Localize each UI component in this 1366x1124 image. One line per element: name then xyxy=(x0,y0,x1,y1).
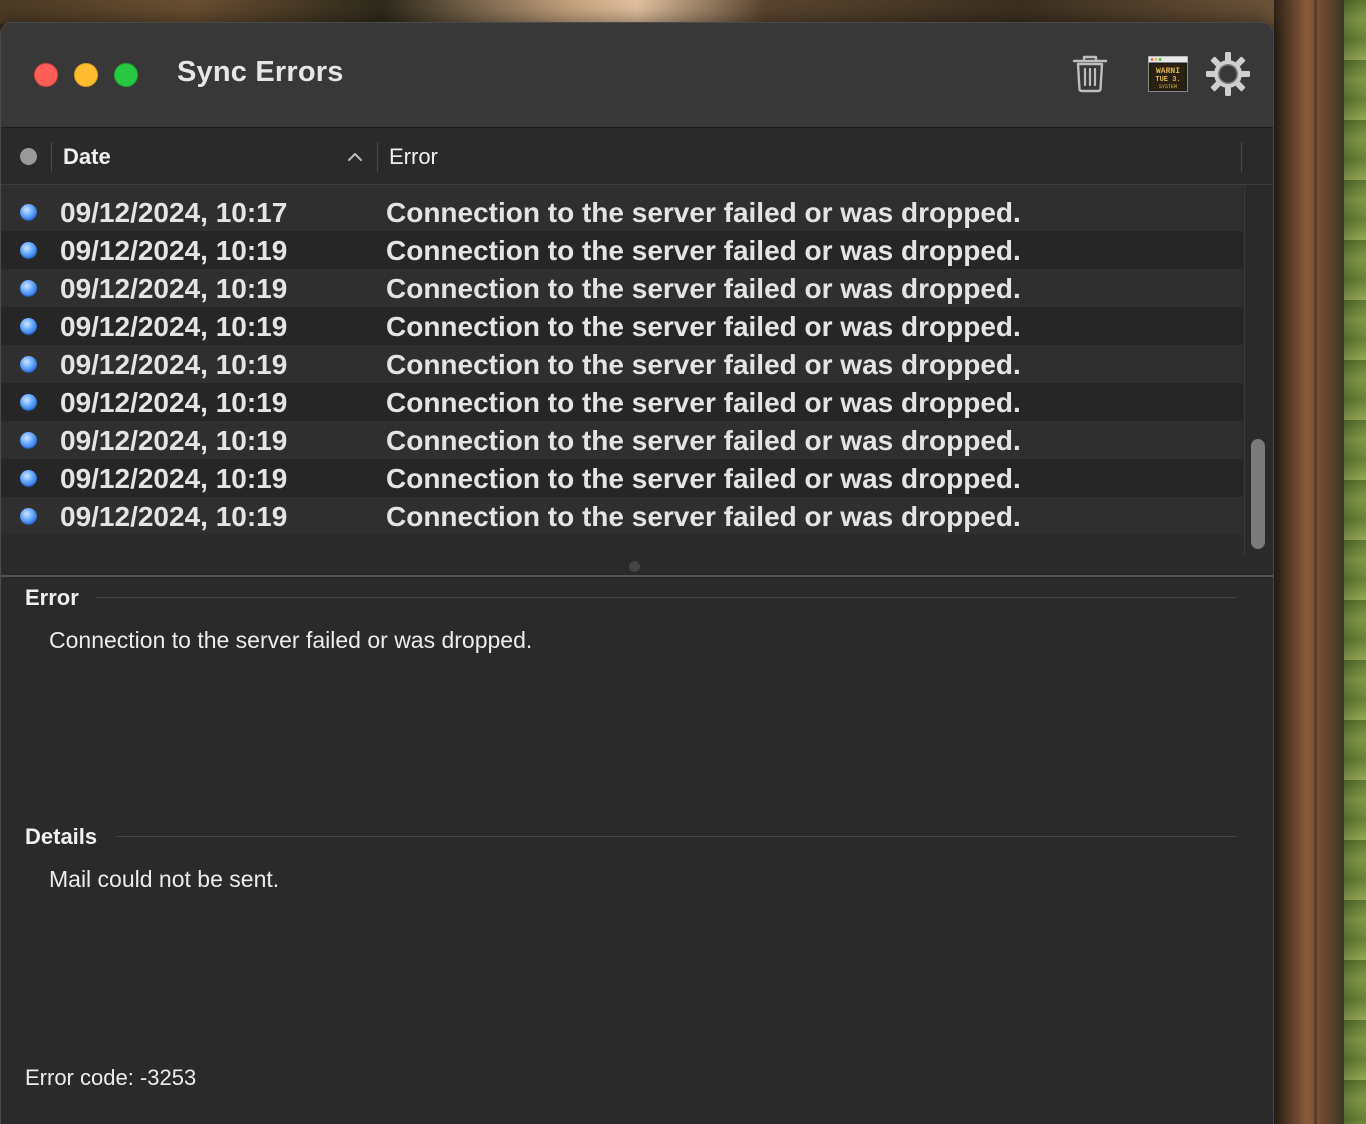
divider-handle-icon[interactable] xyxy=(629,561,640,572)
table-row[interactable]: 09/12/2024, 10:19 Connection to the serv… xyxy=(1,307,1243,345)
status-dot-icon xyxy=(20,242,37,259)
table-header: Date Error xyxy=(1,128,1273,185)
section-divider xyxy=(96,597,1237,598)
table-row[interactable]: 09/12/2024, 10:17 Connection to the serv… xyxy=(1,193,1243,231)
row-error: Connection to the server failed or was d… xyxy=(386,273,1021,304)
column-separator[interactable] xyxy=(377,142,378,172)
svg-text:TUE 3.: TUE 3. xyxy=(1155,76,1180,84)
svg-text:WARNI: WARNI xyxy=(1156,67,1180,76)
row-date: 09/12/2024, 10:19 xyxy=(60,463,288,494)
row-date: 09/12/2024, 10:17 xyxy=(60,197,288,228)
table-row[interactable]: 09/12/2024, 10:19 Connection to the serv… xyxy=(1,231,1243,269)
row-error: Connection to the server failed or was d… xyxy=(386,349,1021,380)
row-error: Connection to the server failed or was d… xyxy=(386,501,1021,532)
console-icon[interactable]: WARNI TUE 3. SYSTEM xyxy=(1148,56,1188,92)
row-error: Connection to the server failed or was d… xyxy=(386,197,1021,228)
column-separator[interactable] xyxy=(51,142,52,172)
row-error: Connection to the server failed or was d… xyxy=(386,387,1021,418)
row-error: Connection to the server failed or was d… xyxy=(386,235,1021,266)
status-column-header-icon[interactable] xyxy=(20,148,37,165)
table-row-partial[interactable] xyxy=(1,185,1243,193)
desktop-wallpaper-right xyxy=(1274,0,1366,1124)
sync-errors-window: Sync Errors WARNI TUE 3. SYSTEM Date Err… xyxy=(0,22,1274,1124)
row-date: 09/12/2024, 10:19 xyxy=(60,501,288,532)
status-dot-icon xyxy=(20,318,37,335)
status-dot-icon xyxy=(20,356,37,373)
row-date: 09/12/2024, 10:19 xyxy=(60,311,288,342)
status-dot-icon xyxy=(20,394,37,411)
scrollbar-thumb[interactable] xyxy=(1251,439,1265,549)
column-header-date[interactable]: Date xyxy=(63,144,111,170)
row-date: 09/12/2024, 10:19 xyxy=(60,425,288,456)
column-separator[interactable] xyxy=(1241,142,1242,172)
svg-text:SYSTEM: SYSTEM xyxy=(1159,84,1177,90)
table-row[interactable]: 09/12/2024, 10:19 Connection to the serv… xyxy=(1,269,1243,307)
error-message-text: Connection to the server failed or was d… xyxy=(49,627,533,653)
table-row[interactable]: 09/12/2024, 10:19 Connection to the serv… xyxy=(1,497,1243,535)
row-error: Connection to the server failed or was d… xyxy=(386,311,1021,342)
details-section-heading: Details xyxy=(25,824,98,849)
row-date: 09/12/2024, 10:19 xyxy=(60,387,288,418)
close-button[interactable] xyxy=(34,63,58,87)
column-header-error[interactable]: Error xyxy=(389,144,438,170)
status-dot-icon xyxy=(20,280,37,297)
row-date: 09/12/2024, 10:19 xyxy=(60,349,288,380)
table-row[interactable]: 09/12/2024, 10:19 Connection to the serv… xyxy=(1,345,1243,383)
status-dot-icon xyxy=(20,204,37,221)
sort-ascending-icon[interactable] xyxy=(347,152,363,162)
gear-icon[interactable] xyxy=(1205,51,1251,97)
row-date: 09/12/2024, 10:19 xyxy=(60,235,288,266)
status-dot-icon xyxy=(20,508,37,525)
zoom-button[interactable] xyxy=(114,63,138,87)
window-title: Sync Errors xyxy=(177,56,344,88)
split-view-divider[interactable] xyxy=(1,555,1273,577)
status-dot-icon xyxy=(20,470,37,487)
row-error: Connection to the server failed or was d… xyxy=(386,463,1021,494)
trash-icon[interactable] xyxy=(1071,53,1109,93)
titlebar: Sync Errors WARNI TUE 3. SYSTEM xyxy=(1,23,1273,128)
error-table-body[interactable]: 09/12/2024, 10:17 Connection to the serv… xyxy=(1,185,1243,555)
table-row[interactable]: 09/12/2024, 10:19 Connection to the serv… xyxy=(1,421,1243,459)
details-text: Mail could not be sent. xyxy=(49,866,280,892)
error-section-heading: Error xyxy=(25,585,79,610)
desktop-wallpaper-top xyxy=(0,0,1274,24)
section-divider xyxy=(117,836,1237,837)
row-date: 09/12/2024, 10:19 xyxy=(60,273,288,304)
table-row[interactable]: 09/12/2024, 10:19 Connection to the serv… xyxy=(1,459,1243,497)
table-row[interactable]: 09/12/2024, 10:19 Connection to the serv… xyxy=(1,383,1243,421)
status-dot-icon xyxy=(20,432,37,449)
error-code-text: Error code: -3253 xyxy=(25,1065,197,1090)
minimize-button[interactable] xyxy=(74,63,98,87)
row-error: Connection to the server failed or was d… xyxy=(386,425,1021,456)
